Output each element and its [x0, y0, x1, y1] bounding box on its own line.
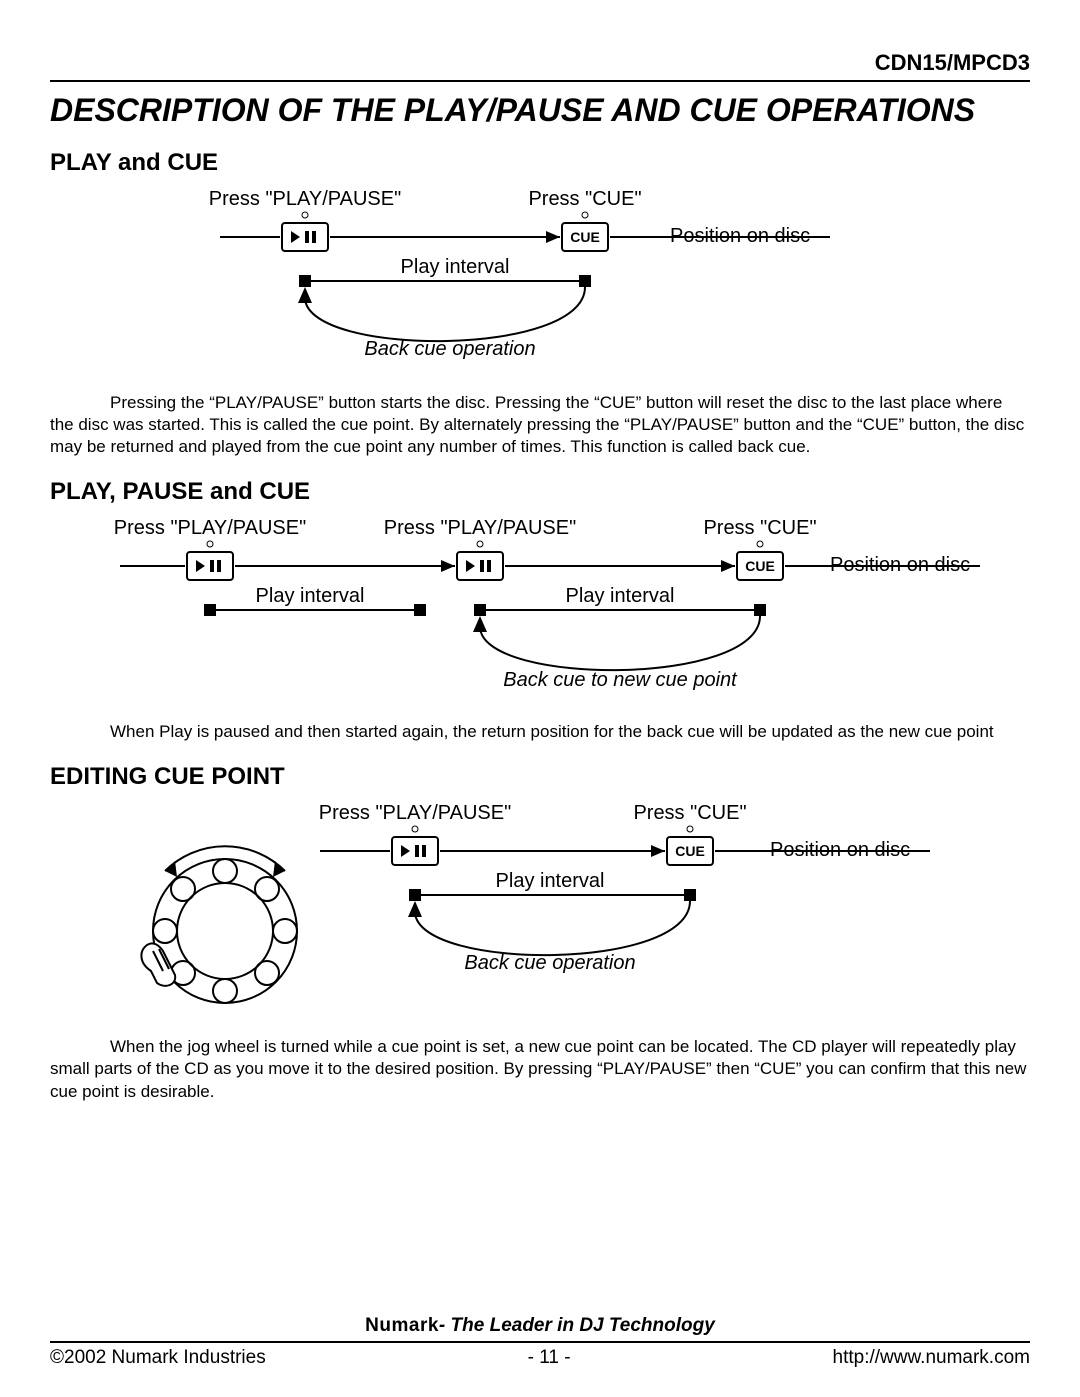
paragraph-editing-cue: When the jog wheel is turned while a cue…	[50, 1036, 1030, 1102]
header-rule	[50, 80, 1030, 82]
header-model: CDN15/MPCD3	[50, 50, 1030, 76]
label-press-play-2: Press "PLAY/PAUSE"	[384, 517, 576, 539]
diagram-play-pause-cue: Press "PLAY/PAUSE" Press "PLAY/PAUSE" Pr…	[80, 516, 1000, 701]
footer-tagline: Numark- The Leader in DJ Technology	[50, 1315, 1030, 1343]
footer-copyright: ©2002 Numark Industries	[50, 1347, 266, 1369]
label-press-play-1: Press "PLAY/PAUSE"	[114, 517, 306, 539]
label-press-cue: Press "CUE"	[633, 802, 746, 824]
button-play-pause-1	[187, 552, 233, 580]
label-press-cue: Press "CUE"	[528, 188, 641, 210]
button-cue: CUE	[667, 837, 713, 865]
button-play-pause-2	[457, 552, 503, 580]
footer-page-number: - 11 -	[528, 1347, 571, 1369]
button-cue: CUE	[737, 552, 783, 580]
label-play-interval: Play interval	[496, 870, 605, 892]
page: CDN15/MPCD3 DESCRIPTION OF THE PLAY/PAUS…	[0, 0, 1080, 1397]
label-play-interval-2: Play interval	[566, 585, 675, 607]
page-title: DESCRIPTION OF THE PLAY/PAUSE AND CUE OP…	[50, 92, 1030, 129]
jog-wheel-icon	[141, 847, 297, 1004]
label-back-cue: Back cue operation	[464, 952, 635, 974]
footer: Numark- The Leader in DJ Technology ©200…	[50, 1315, 1030, 1369]
section-heading-play-cue: PLAY and CUE	[50, 149, 1030, 177]
label-back-cue: Back cue operation	[364, 338, 535, 360]
label-press-cue: Press "CUE"	[703, 517, 816, 539]
paragraph-play-cue: Pressing the “PLAY/PAUSE” button starts …	[50, 392, 1030, 458]
button-cue: CUE	[562, 223, 608, 251]
footer-url: http://www.numark.com	[833, 1347, 1030, 1369]
footer-tagline-text: - The Leader in DJ Technology	[439, 1315, 715, 1336]
diagram-editing-cue: Press "PLAY/PAUSE" Press "CUE" Position …	[130, 801, 950, 1016]
label-back-cue: Back cue to new cue point	[503, 669, 738, 691]
button-play-pause	[282, 223, 328, 251]
label-play-interval-1: Play interval	[256, 585, 365, 607]
button-play-pause	[392, 837, 438, 865]
footer-brand: Numark	[365, 1315, 439, 1336]
section-heading-play-pause-cue: PLAY, PAUSE and CUE	[50, 478, 1030, 506]
label-play-interval: Play interval	[401, 256, 510, 278]
label-press-play: Press "PLAY/PAUSE"	[319, 802, 511, 824]
svg-text:CUE: CUE	[745, 558, 775, 574]
paragraph-play-pause-cue: When Play is paused and then started aga…	[50, 721, 1030, 743]
label-press-play: Press "PLAY/PAUSE"	[209, 188, 401, 210]
svg-text:CUE: CUE	[570, 229, 600, 245]
section-heading-editing-cue: EDITING CUE POINT	[50, 763, 1030, 791]
svg-text:CUE: CUE	[675, 843, 705, 859]
diagram-play-cue: Press "PLAY/PAUSE" Press "CUE" Position …	[190, 187, 890, 372]
